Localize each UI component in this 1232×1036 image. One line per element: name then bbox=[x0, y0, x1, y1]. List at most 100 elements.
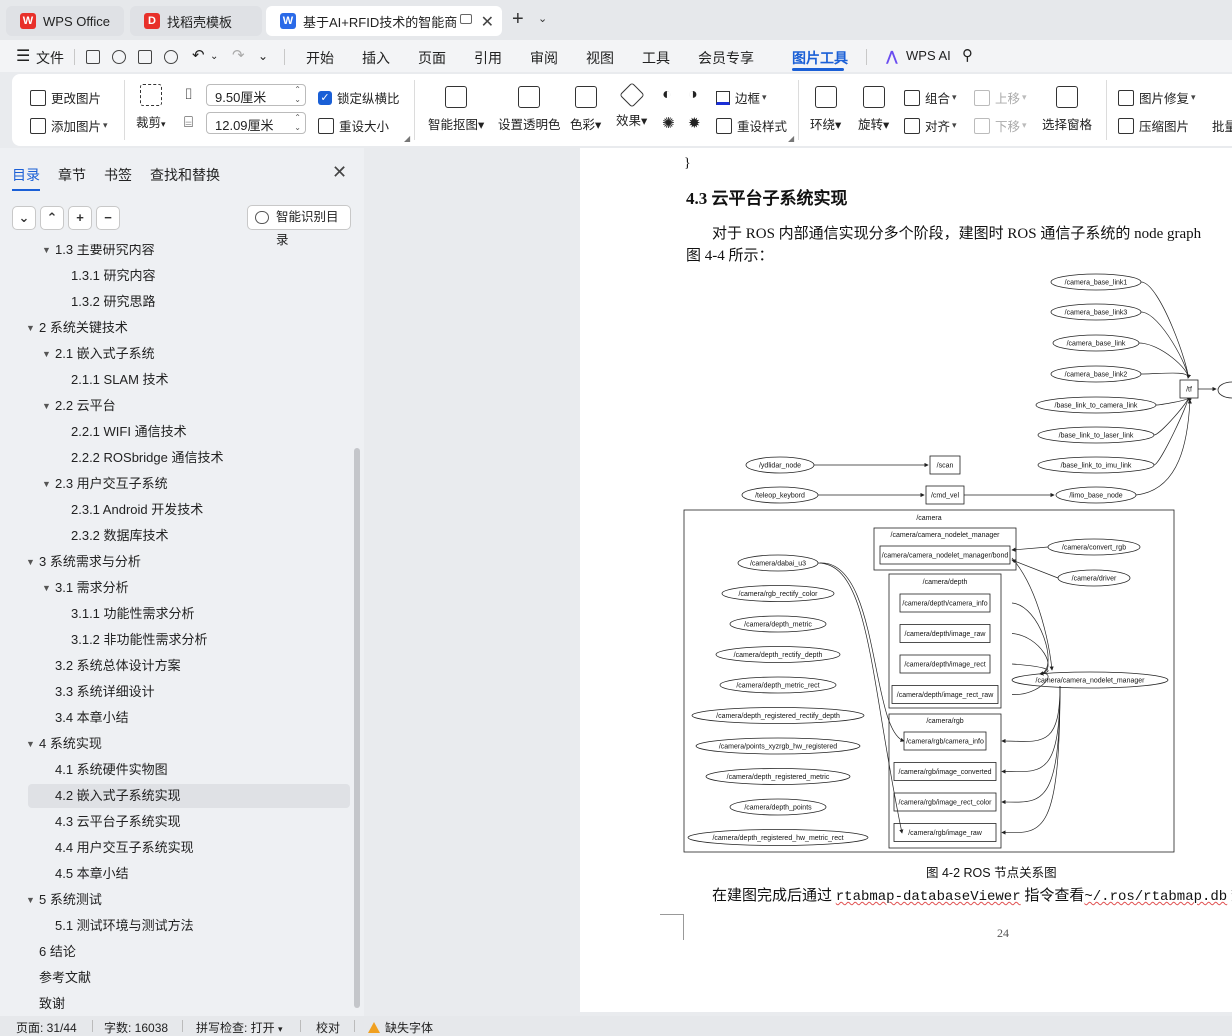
scrollbar[interactable] bbox=[354, 448, 360, 1008]
move-up-button[interactable]: 上移 ▾ bbox=[974, 88, 1027, 107]
new-tab-icon[interactable]: + bbox=[512, 8, 524, 31]
color-button[interactable]: 色彩▾ bbox=[570, 86, 601, 133]
compress-picture-button[interactable]: 压缩图片 bbox=[1118, 116, 1189, 135]
toc-item[interactable]: ▼ 5 系统测试 bbox=[0, 888, 340, 912]
tab-docer[interactable]: D 找稻壳模板 bbox=[130, 6, 262, 36]
toc-item[interactable]: ▼ 3 系统需求与分析 bbox=[0, 550, 340, 574]
close-icon[interactable]: ✕ bbox=[332, 162, 347, 183]
menu-picture-tools[interactable]: 图片工具 bbox=[792, 48, 848, 68]
tab-document[interactable]: W 基于AI+RFID技术的智能商场 ✕ bbox=[266, 6, 502, 36]
search-icon[interactable]: ⚲ bbox=[962, 46, 973, 64]
toc-item[interactable]: 5.1 测试环境与测试方法 bbox=[0, 914, 340, 938]
expand-triangle-icon[interactable]: ▼ bbox=[42, 342, 51, 366]
expand-triangle-icon[interactable]: ▼ bbox=[42, 394, 51, 418]
save-icon[interactable] bbox=[86, 50, 100, 64]
tab-toc[interactable]: 目录 bbox=[12, 165, 40, 185]
menu-reference[interactable]: 引用 bbox=[474, 48, 502, 68]
crop-button[interactable]: 裁剪▾ bbox=[136, 84, 166, 131]
menu-page[interactable]: 页面 bbox=[418, 48, 446, 68]
ros-node-graph[interactable]: /camera_base_link1/camera_base_link3/cam… bbox=[680, 260, 1232, 860]
reset-style-button[interactable]: 重设样式 bbox=[716, 116, 787, 135]
brightness-down-icon[interactable]: ✺ bbox=[662, 114, 675, 132]
menu-tools[interactable]: 工具 bbox=[642, 48, 670, 68]
toc-item[interactable]: 4.1 系统硬件实物图 bbox=[0, 758, 340, 782]
hamburger-icon[interactable]: ☰ bbox=[16, 46, 30, 66]
export-icon[interactable] bbox=[112, 50, 126, 64]
toc-item[interactable]: ▼ 2.3 用户交互子系统 bbox=[0, 472, 340, 496]
group-button[interactable]: 组合 ▾ bbox=[904, 88, 957, 107]
spin-arrows-icon[interactable]: ⌃ ⌄ bbox=[294, 85, 301, 105]
lock-ratio-checkbox[interactable]: ✓ 锁定纵横比 bbox=[318, 88, 400, 107]
toc-item[interactable]: ▼ 4 系统实现 bbox=[0, 732, 340, 756]
contrast-down-icon[interactable]: ✹ bbox=[688, 114, 701, 132]
toc-item[interactable]: 3.4 本章小结 bbox=[0, 706, 340, 730]
toc-item[interactable]: 1.3.2 研究思路 bbox=[0, 290, 340, 314]
undo-icon[interactable]: ↶ bbox=[192, 46, 205, 64]
menu-review[interactable]: 审阅 bbox=[530, 48, 558, 68]
height-field[interactable]: 12.09厘米 ⌃ ⌄ bbox=[206, 112, 306, 134]
expand-triangle-icon[interactable]: ▼ bbox=[26, 888, 35, 912]
menu-file[interactable]: 文件 bbox=[36, 48, 64, 68]
close-icon[interactable]: ✕ bbox=[481, 12, 494, 32]
expand-triangle-icon[interactable]: ▼ bbox=[26, 550, 35, 574]
menu-home[interactable]: 开始 bbox=[306, 48, 334, 68]
toc-item[interactable]: 2.2.1 WIFI 通信技术 bbox=[0, 420, 340, 444]
resize-button[interactable]: 重设大小 bbox=[318, 116, 389, 135]
toc-item[interactable]: 致谢 bbox=[0, 992, 340, 1016]
dialog-launcher-icon[interactable]: ◢ bbox=[788, 134, 794, 143]
toc-item[interactable]: ▼ 2.1 嵌入式子系统 bbox=[0, 342, 340, 366]
spin-arrows-icon[interactable]: ⌃ ⌄ bbox=[294, 113, 301, 133]
toc-item[interactable]: ▼ 1.3 主要研究内容 bbox=[0, 244, 340, 262]
toc-item[interactable]: ▼ 2.2 云平台 bbox=[0, 394, 340, 418]
brightness-up-icon[interactable]: ◐ bbox=[662, 86, 672, 104]
toc-item[interactable]: 4.3 云平台子系统实现 bbox=[0, 810, 340, 834]
toc-item[interactable]: 4.2 嵌入式子系统实现 bbox=[0, 784, 340, 808]
expand-triangle-icon[interactable]: ▼ bbox=[42, 472, 51, 496]
menu-wps-ai[interactable]: WPS AI bbox=[906, 48, 951, 63]
print-icon[interactable] bbox=[138, 50, 152, 64]
toc-item[interactable]: 2.3.2 数据库技术 bbox=[0, 524, 340, 548]
border-button[interactable]: 边框 ▾ bbox=[716, 88, 767, 107]
expand-up-button[interactable]: ⌃ bbox=[40, 206, 64, 230]
toc-item[interactable]: 2.2.2 ROSbridge 通信技术 bbox=[0, 446, 340, 470]
align-button[interactable]: 对齐 ▾ bbox=[904, 116, 957, 135]
word-count[interactable]: 字数: 16038 bbox=[104, 1019, 168, 1036]
rotate-button[interactable]: 旋转▾ bbox=[858, 86, 889, 133]
effect-button[interactable]: 效果▾ bbox=[616, 82, 647, 129]
monitor-icon[interactable] bbox=[460, 14, 472, 24]
set-transparent-button[interactable]: 设置透明色 bbox=[498, 86, 561, 133]
print-preview-icon[interactable] bbox=[164, 50, 178, 64]
menu-insert[interactable]: 插入 bbox=[362, 48, 390, 68]
menu-member[interactable]: 会员专享 bbox=[698, 48, 754, 68]
expand-triangle-icon[interactable]: ▼ bbox=[26, 316, 35, 340]
add-picture-button[interactable]: 添加图片 ▾ bbox=[30, 116, 108, 135]
expand-triangle-icon[interactable]: ▼ bbox=[42, 576, 51, 600]
tab-bookmarks[interactable]: 书签 bbox=[104, 165, 132, 185]
expand-triangle-icon[interactable]: ▼ bbox=[26, 732, 35, 756]
tab-find-replace[interactable]: 查找和替换 bbox=[150, 165, 220, 185]
toc-item[interactable]: 3.1.1 功能性需求分析 bbox=[0, 602, 340, 626]
toc-item[interactable]: 3.1.2 非功能性需求分析 bbox=[0, 628, 340, 652]
toc-item[interactable]: 2.3.1 Android 开发技术 bbox=[0, 498, 340, 522]
more-icon[interactable]: ⌄ bbox=[258, 49, 268, 63]
dialog-launcher-icon[interactable]: ◢ bbox=[404, 134, 410, 143]
toc-item[interactable]: 参考文献 bbox=[0, 966, 340, 990]
contrast-icon[interactable]: ◑ bbox=[688, 86, 698, 104]
toc-item[interactable]: 3.3 系统详细设计 bbox=[0, 680, 340, 704]
wps-ai-icon[interactable]: ⋀ bbox=[886, 48, 898, 65]
smart-cutout-button[interactable]: 智能抠图▾ bbox=[428, 86, 484, 133]
chevron-down-icon[interactable]: ⌄ bbox=[210, 51, 218, 62]
toc-item[interactable]: ▼ 3.1 需求分析 bbox=[0, 576, 340, 600]
toc-item[interactable]: ▼ 2 系统关键技术 bbox=[0, 316, 340, 340]
tab-wps-office[interactable]: W WPS Office bbox=[6, 6, 124, 36]
collapse-all-button[interactable]: ⌄ bbox=[12, 206, 36, 230]
expand-triangle-icon[interactable]: ▼ bbox=[42, 244, 51, 262]
batch-button[interactable]: 批量 bbox=[1212, 116, 1232, 135]
toc-item[interactable]: 2.1.1 SLAM 技术 bbox=[0, 368, 340, 392]
menu-view[interactable]: 视图 bbox=[586, 48, 614, 68]
missing-font[interactable]: 缺失字体 bbox=[368, 1019, 433, 1036]
toc-item[interactable]: 4.5 本章小结 bbox=[0, 862, 340, 886]
proofread[interactable]: 校对 bbox=[316, 1019, 340, 1036]
width-field[interactable]: 9.50厘米 ⌃ ⌄ bbox=[206, 84, 306, 106]
picture-repair-button[interactable]: 图片修复 ▾ bbox=[1118, 88, 1196, 107]
